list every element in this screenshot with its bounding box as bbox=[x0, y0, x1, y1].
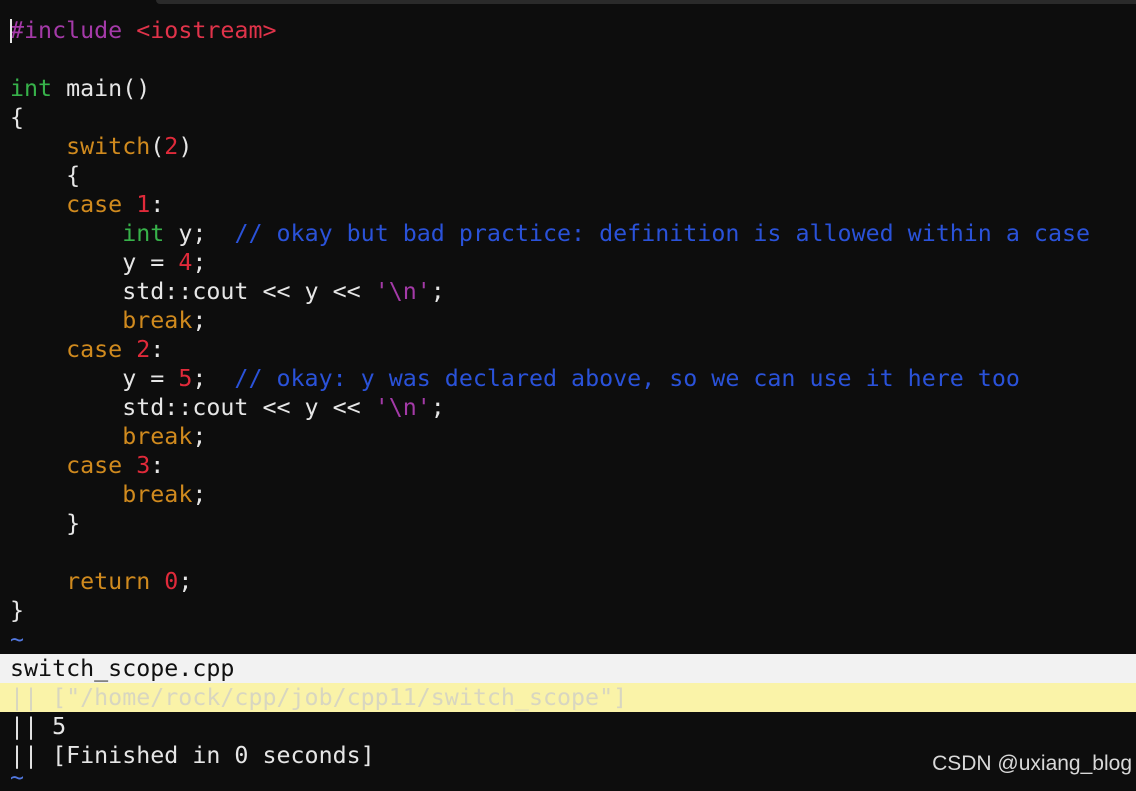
code-line[interactable]: y = 4; bbox=[10, 248, 1130, 277]
code-token: ; bbox=[192, 423, 207, 450]
code-line[interactable]: case 2: bbox=[10, 335, 1130, 364]
code-token: } bbox=[10, 597, 25, 624]
code-token: ; bbox=[430, 394, 445, 421]
code-editor[interactable]: #include <iostream> int main(){ switch(2)… bbox=[10, 16, 1130, 654]
code-token-kw: break bbox=[122, 423, 193, 450]
code-line[interactable]: int y; // okay but bad practice: definit… bbox=[10, 219, 1130, 248]
code-token: std::cout << y << bbox=[10, 394, 375, 421]
code-token: ; bbox=[192, 481, 207, 508]
code-token: ( bbox=[150, 133, 165, 160]
code-token-ty: int bbox=[10, 75, 53, 102]
code-line[interactable]: std::cout << y << '\n'; bbox=[10, 393, 1130, 422]
code-token-kw: switch bbox=[66, 133, 151, 160]
code-token: y; bbox=[164, 220, 235, 247]
code-line[interactable]: { bbox=[10, 103, 1130, 132]
code-token-num: 3 bbox=[136, 452, 151, 479]
code-token-str: '\n' bbox=[374, 394, 431, 421]
code-token: y = bbox=[10, 249, 179, 276]
code-token: : bbox=[150, 452, 165, 479]
code-token-kw: break bbox=[122, 307, 193, 334]
code-token-kw: break bbox=[122, 481, 193, 508]
code-token-cm: // okay but bad practice: definition is … bbox=[234, 220, 1091, 247]
code-line[interactable]: } bbox=[10, 596, 1130, 625]
code-token: { bbox=[10, 104, 25, 131]
code-token-kw: return bbox=[66, 568, 151, 595]
code-token-num: 1 bbox=[136, 191, 151, 218]
code-token: std::cout << y << bbox=[10, 278, 375, 305]
code-line[interactable]: return 0; bbox=[10, 567, 1130, 596]
code-token-ty: int bbox=[122, 220, 165, 247]
code-line[interactable] bbox=[10, 45, 1130, 74]
code-token-tilde: ~ bbox=[10, 626, 25, 653]
quickfix-end-marker: ~ bbox=[10, 764, 25, 791]
code-line[interactable]: y = 5; // okay: y was declared above, so… bbox=[10, 364, 1130, 393]
code-token-inc: <iostream> bbox=[136, 17, 277, 44]
code-token: ) bbox=[178, 133, 193, 160]
code-line[interactable]: break; bbox=[10, 306, 1130, 335]
code-token-num: 5 bbox=[178, 365, 193, 392]
quickfix-title: switch_scope.cpp bbox=[0, 654, 1136, 683]
quickfix-selected-line[interactable]: || ["/home/rock/cpp/job/cpp11/switch_sco… bbox=[0, 683, 1136, 712]
code-line[interactable]: switch(2) bbox=[10, 132, 1130, 161]
text-cursor bbox=[10, 19, 12, 43]
code-token-num: 2 bbox=[164, 133, 179, 160]
code-token: y = bbox=[10, 365, 179, 392]
code-token: main() bbox=[52, 75, 151, 102]
code-token: { bbox=[10, 162, 81, 189]
code-line[interactable]: break; bbox=[10, 480, 1130, 509]
code-token: ; bbox=[178, 568, 193, 595]
code-token-str: '\n' bbox=[374, 278, 431, 305]
code-token: : bbox=[150, 336, 165, 363]
code-token-num: 0 bbox=[164, 568, 179, 595]
code-line[interactable]: break; bbox=[10, 422, 1130, 451]
code-token-kw: case bbox=[66, 452, 123, 479]
code-token-num: 2 bbox=[136, 336, 151, 363]
code-line[interactable]: } bbox=[10, 509, 1130, 538]
watermark-text: CSDN @uxiang_blog bbox=[932, 752, 1132, 775]
code-token: ; bbox=[192, 365, 235, 392]
window-top-edge bbox=[156, 0, 1136, 4]
code-token-num: 4 bbox=[178, 249, 193, 276]
code-token-kw: case bbox=[66, 336, 123, 363]
code-line[interactable] bbox=[10, 538, 1130, 567]
code-line[interactable]: int main() bbox=[10, 74, 1130, 103]
code-line[interactable]: std::cout << y << '\n'; bbox=[10, 277, 1130, 306]
code-token-pp: #include bbox=[10, 17, 123, 44]
code-line[interactable]: ~ bbox=[10, 625, 1130, 654]
code-token-kw: case bbox=[66, 191, 123, 218]
code-line[interactable]: case 1: bbox=[10, 190, 1130, 219]
code-line[interactable]: case 3: bbox=[10, 451, 1130, 480]
code-token-cm: // okay: y was declared above, so we can… bbox=[234, 365, 1020, 392]
code-line[interactable]: #include <iostream> bbox=[10, 16, 1130, 45]
code-token: : bbox=[150, 191, 165, 218]
code-token: ; bbox=[192, 307, 207, 334]
code-line[interactable]: { bbox=[10, 161, 1130, 190]
code-token: } bbox=[10, 510, 81, 537]
code-token: ; bbox=[192, 249, 207, 276]
code-token: ; bbox=[430, 278, 445, 305]
quickfix-output-line[interactable]: || 5 bbox=[0, 712, 1136, 741]
